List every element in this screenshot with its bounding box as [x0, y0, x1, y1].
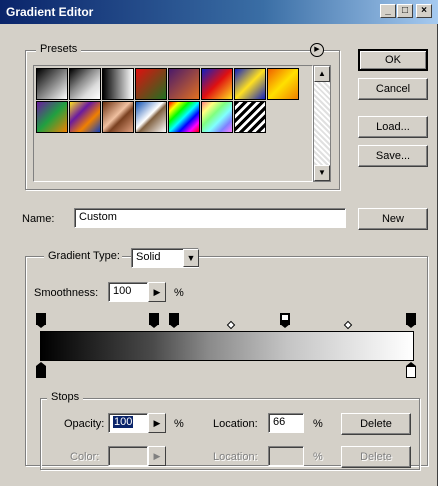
preset-swatch-transparent-rainbow[interactable]	[201, 101, 233, 133]
opacity-stop-selected[interactable]	[280, 313, 290, 328]
opacity-stop[interactable]	[406, 313, 416, 328]
opacity-location-unit: %	[313, 418, 323, 430]
preset-swatch-spectrum[interactable]	[168, 101, 200, 133]
color-location-unit: %	[313, 451, 323, 463]
circle-arrow-icon: ▶	[314, 46, 320, 53]
preset-swatch-transparent-stripes[interactable]	[234, 101, 266, 133]
color-stop[interactable]	[406, 362, 416, 378]
opacity-stop[interactable]	[149, 313, 159, 328]
opacity-unit: %	[174, 418, 184, 430]
title-bar[interactable]: Gradient Editor _ □ ×	[0, 0, 438, 24]
preset-swatch-blue-yellow-blue[interactable]	[234, 68, 266, 100]
smoothness-input[interactable]: 100	[108, 282, 148, 302]
new-button[interactable]: New	[358, 208, 428, 230]
close-button[interactable]: ×	[416, 4, 432, 18]
chevron-right-icon: ▶	[153, 287, 161, 297]
scroll-up-button[interactable]: ▲	[314, 66, 330, 82]
window-title: Gradient Editor	[6, 5, 94, 19]
preset-swatch-copper[interactable]	[102, 101, 134, 133]
gradient-type-label: Gradient Type:	[44, 250, 122, 262]
gradient-type-dropdown-button[interactable]: ▼	[183, 249, 199, 267]
preset-swatch-violet-orange[interactable]	[168, 68, 200, 100]
opacity-delete-button[interactable]: Delete	[341, 413, 411, 435]
maximize-button[interactable]: □	[397, 4, 413, 18]
scroll-down-icon: ▼	[318, 168, 326, 177]
load-button[interactable]: Load...	[358, 116, 428, 138]
presets-scrollbar[interactable]: ▲ ▼	[313, 65, 331, 182]
chevron-down-icon: ▼	[186, 253, 196, 263]
opacity-slider-button[interactable]: ▶	[148, 413, 166, 433]
gradient-preview-bar[interactable]	[40, 331, 414, 361]
save-button[interactable]: Save...	[358, 145, 428, 167]
color-location-label: Location:	[213, 451, 258, 463]
opacity-location-label: Location:	[213, 418, 258, 430]
minimize-button[interactable]: _	[380, 4, 396, 18]
preset-swatch-blue-red-yellow[interactable]	[201, 68, 233, 100]
color-menu-button[interactable]: ▶	[148, 446, 166, 466]
color-delete-button[interactable]: Delete	[341, 446, 411, 468]
color-label: Color:	[70, 451, 100, 463]
color-swatch[interactable]	[108, 446, 148, 466]
preset-swatch-foreground-to-transparent[interactable]	[69, 68, 101, 100]
preset-swatch-chrome[interactable]	[135, 101, 167, 133]
opacity-value: 100	[113, 416, 134, 428]
chevron-right-icon: ▶	[153, 418, 161, 428]
chevron-right-icon: ▶	[153, 451, 161, 461]
preset-swatch-yellow-violet-orange-blue[interactable]	[69, 101, 101, 133]
stops-label: Stops	[47, 391, 84, 403]
smoothness-unit: %	[174, 287, 184, 299]
scroll-down-button[interactable]: ▼	[314, 165, 330, 181]
preset-swatch-red-green[interactable]	[135, 68, 167, 100]
smoothness-label: Smoothness:	[34, 287, 99, 299]
ok-button[interactable]: OK	[358, 49, 428, 71]
color-stop[interactable]	[36, 362, 46, 378]
presets-label: Presets	[36, 43, 82, 55]
preset-swatch-orange-yellow-orange[interactable]	[267, 68, 299, 100]
smoothness-slider-button[interactable]: ▶	[148, 282, 166, 302]
presets-swatch-list[interactable]	[33, 65, 313, 182]
scroll-up-icon: ▲	[318, 69, 326, 78]
name-input[interactable]: Custom	[74, 208, 346, 228]
name-label: Name:	[22, 213, 55, 225]
presets-menu-button[interactable]: ▶	[310, 43, 324, 57]
preset-swatch-foreground-to-background[interactable]	[36, 68, 68, 100]
preset-swatch-black-white[interactable]	[102, 68, 134, 100]
cancel-button[interactable]: Cancel	[358, 78, 428, 100]
opacity-label: Opacity:	[64, 418, 105, 430]
opacity-stop[interactable]	[36, 313, 46, 328]
color-location-input[interactable]	[268, 446, 304, 466]
preset-swatch-violet-green-orange[interactable]	[36, 101, 68, 133]
gradient-type-value: Solid	[136, 251, 161, 263]
opacity-stop[interactable]	[169, 313, 179, 328]
opacity-input[interactable]: 100	[108, 413, 148, 433]
opacity-location-input[interactable]: 66	[268, 413, 304, 433]
gradient-editor-window: Gradient Editor _ □ × Presets ▶ ▲ ▼ OK C…	[0, 0, 438, 486]
